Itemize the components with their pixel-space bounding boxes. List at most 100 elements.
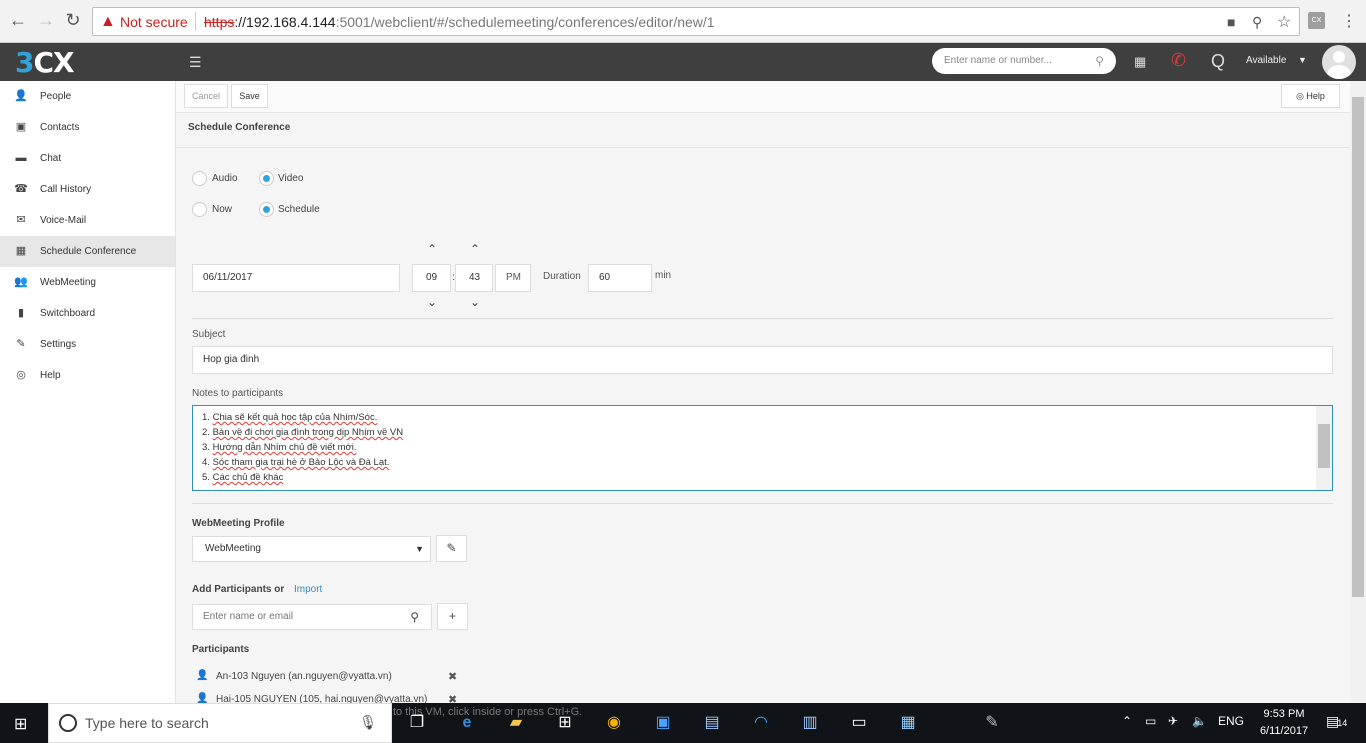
bookmark-star-icon[interactable]: ☆ [1277, 12, 1291, 32]
notification-count: 14 [1337, 718, 1348, 728]
not-secure-label[interactable]: Not secure [120, 14, 188, 30]
file-explorer-icon[interactable]: ▰ [504, 711, 528, 735]
network-icon[interactable]: ✈ [1168, 714, 1178, 728]
battery-icon[interactable]: ▭ [1145, 714, 1156, 728]
system-clock[interactable]: 9:53 PM 6/11/2017 [1252, 706, 1316, 740]
calendar-icon: ▦ [15, 245, 27, 257]
reload-icon[interactable]: ↻ [63, 10, 83, 31]
chevron-down-icon[interactable]: ▼ [1298, 55, 1307, 65]
search-icon[interactable]: ⚲ [1095, 48, 1104, 74]
minutes-unit-label: min [655, 270, 672, 281]
zoom-icon[interactable]: ⚲ [1252, 14, 1262, 31]
back-icon[interactable]: ← [8, 10, 28, 31]
volume-icon[interactable]: 🔈 [1192, 714, 1207, 728]
url-separator [195, 12, 196, 31]
participants-title: Participants [192, 644, 250, 655]
cancel-button[interactable]: Cancel [184, 84, 228, 108]
microphone-icon[interactable]: 🎙 [359, 714, 377, 731]
wifi-app-icon[interactable]: ◠ [749, 711, 773, 735]
radio-video[interactable] [259, 171, 274, 186]
remote-desktop-icon[interactable]: ▥ [798, 711, 822, 735]
duration-field[interactable]: 60 [588, 264, 652, 292]
ampm-toggle[interactable]: PM [495, 264, 531, 292]
windows-start-icon[interactable]: ⊞ [14, 714, 27, 734]
sidebar-item-help[interactable]: ◎ Help [0, 360, 175, 391]
sidebar-item-people[interactable]: 👤 People [0, 81, 175, 112]
sidebar-item-switchboard[interactable]: ▮ Switchboard [0, 298, 175, 329]
chrome-icon[interactable]: ◉ [602, 711, 626, 735]
minute-down-icon[interactable]: ⌄ [468, 295, 482, 309]
webmeeting-profile-title: WebMeeting Profile [192, 518, 285, 529]
note-line: 1. Chia sẽ kết quả học tập của Nhím/Sóc. [202, 412, 378, 423]
minute-up-icon[interactable]: ⌃ [468, 242, 482, 256]
vmware-icon[interactable]: ▣ [651, 711, 675, 735]
phone-icon[interactable]: ✆ [1171, 50, 1186, 71]
logo: 3CX [15, 46, 75, 79]
header-search-input[interactable]: Enter name or number... ⚲ [932, 48, 1116, 74]
divider [192, 503, 1333, 504]
extension-icon[interactable]: CX [1308, 12, 1325, 29]
sidebar-item-voice-mail[interactable]: ✉ Voice-Mail [0, 205, 175, 236]
sidebar-item-contacts[interactable]: ▣ Contacts [0, 112, 175, 143]
subject-field[interactable]: Hop gia đinh [192, 346, 1333, 374]
taskbar-search-placeholder: Type here to search [85, 715, 209, 731]
store-icon[interactable]: ⊞ [553, 711, 577, 735]
sidebar-item-webmeeting[interactable]: 👥 WebMeeting [0, 267, 175, 298]
subject-label: Subject [192, 329, 226, 340]
queue-icon[interactable]: Q [1211, 51, 1225, 72]
date-field[interactable]: 06/11/2017 [192, 264, 400, 292]
page-scrollbar[interactable] [1350, 81, 1366, 703]
sidebar-item-label: Help [40, 370, 61, 381]
forward-icon[interactable]: → [36, 10, 56, 31]
duration-label: Duration [543, 271, 581, 282]
hour-down-icon[interactable]: ⌄ [425, 295, 439, 309]
notes-textarea[interactable]: 1. Chia sẽ kết quả học tập của Nhím/Sóc.… [192, 405, 1333, 491]
task-view-icon[interactable]: ❐ [405, 711, 429, 735]
webmeeting-profile-select[interactable]: WebMeeting ▼ [192, 536, 431, 562]
radio-audio[interactable] [192, 171, 207, 186]
save-button[interactable]: Save [231, 84, 268, 108]
sidebar-item-label: Switchboard [40, 308, 96, 319]
radio-schedule[interactable] [259, 202, 274, 217]
sidebar-item-call-history[interactable]: ☎ Call History [0, 174, 175, 205]
notes-label: Notes to participants [192, 388, 284, 399]
tray-chevron-up-icon[interactable]: ⌃ [1122, 714, 1132, 728]
sidebar-item-chat[interactable]: ▬ Chat [0, 143, 175, 174]
search-icon[interactable]: ⚲ [410, 605, 419, 629]
camera-icon[interactable]: ■ [1227, 14, 1235, 30]
menu-kebab-icon[interactable]: ⋮ [1341, 11, 1357, 31]
presence-status[interactable]: Available [1246, 55, 1286, 66]
hour-field[interactable]: 09 [412, 264, 451, 292]
notification-center-icon[interactable]: ▤14 [1326, 713, 1347, 730]
taskbar-search-input[interactable]: Type here to search 🎙 [48, 703, 392, 743]
sidebar-item-schedule-conference[interactable]: ▦ Schedule Conference [0, 236, 175, 267]
add-participant-input[interactable]: Enter name or email ⚲ [192, 604, 432, 630]
menu-toggle-icon[interactable]: ☰ [189, 54, 202, 71]
minute-field[interactable]: 43 [455, 264, 493, 292]
add-participant-button[interactable]: + [437, 603, 468, 630]
remove-participant-icon[interactable]: ✖ [448, 670, 457, 683]
network-tool-icon[interactable]: ▤ [700, 711, 724, 735]
help-button[interactable]: ◎ Help [1281, 84, 1340, 108]
notes-scrollbar[interactable] [1316, 406, 1332, 490]
paint-icon[interactable]: ✎ [980, 711, 1004, 735]
contacts-icon: ▣ [15, 121, 27, 133]
dialpad-icon[interactable]: ▦ [1134, 54, 1146, 70]
edge-icon[interactable]: e [455, 711, 479, 735]
url-text[interactable]: https://192.168.4.144:5001/webclient/#/s… [204, 14, 715, 30]
hour-up-icon[interactable]: ⌃ [425, 242, 439, 256]
url-protocol: https [204, 14, 235, 30]
sidebar-item-settings[interactable]: ✎ Settings [0, 329, 175, 360]
language-indicator[interactable]: ENG [1218, 714, 1244, 728]
scrollbar-thumb[interactable] [1352, 97, 1364, 597]
import-link[interactable]: Import [294, 584, 322, 595]
terminal-icon[interactable]: ▭ [847, 711, 871, 735]
app-window-icon[interactable]: ▦ [896, 711, 920, 735]
url-host: ://192.168.4.144 [234, 14, 336, 30]
profile-settings-button[interactable]: ✎ [436, 535, 467, 562]
participant-item: An-103 Nguyen (an.nguyen@vyatta.vn) [216, 671, 392, 682]
avatar[interactable] [1322, 45, 1356, 79]
person-icon: 👤 [196, 670, 209, 681]
radio-now[interactable] [192, 202, 207, 217]
address-bar[interactable]: ▲ Not secure https://192.168.4.144:5001/… [92, 7, 1300, 36]
